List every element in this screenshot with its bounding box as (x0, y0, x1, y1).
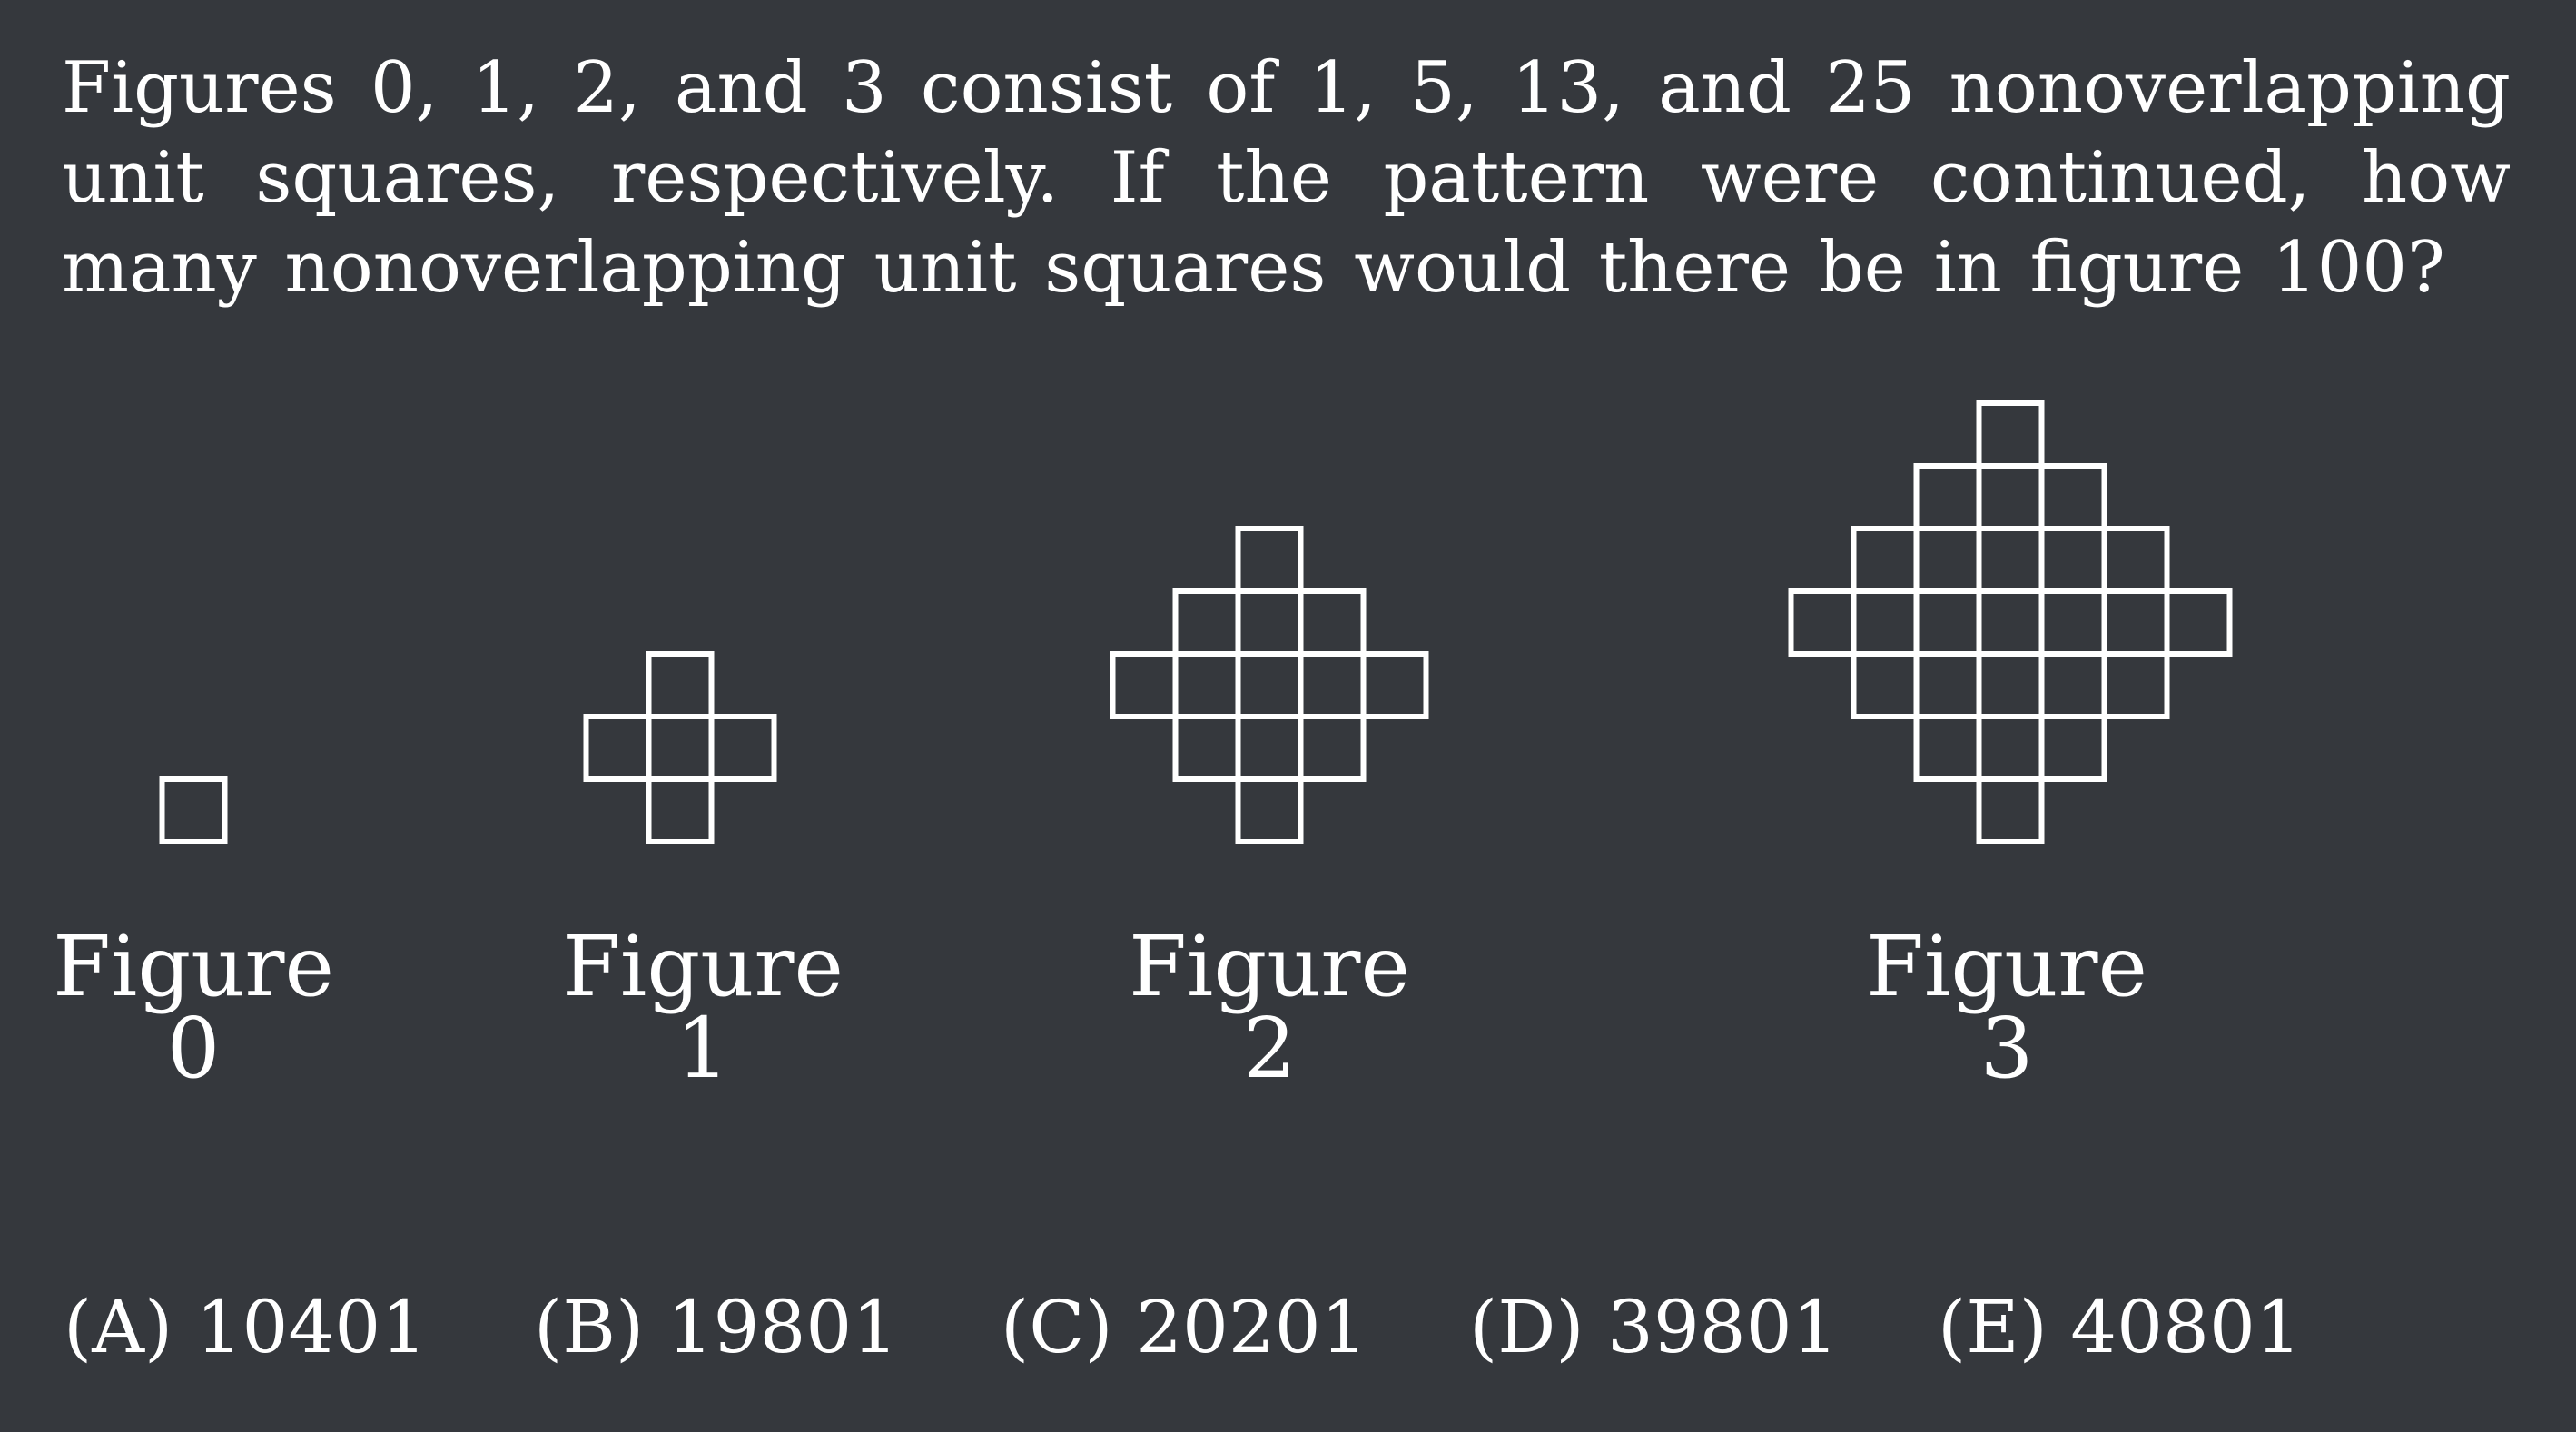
unit-square (1976, 400, 2045, 469)
unit-square (1976, 526, 2045, 594)
unit-square (1235, 588, 1304, 657)
unit-square (1913, 714, 1982, 782)
unit-square (1851, 651, 1920, 719)
unit-square (1235, 714, 1304, 782)
unit-square (1172, 651, 1241, 719)
unit-square (583, 714, 652, 782)
unit-square (1913, 526, 1982, 594)
figure-2-number: 2 (1242, 1000, 1297, 1097)
figure-0-number: 0 (166, 1000, 221, 1097)
unit-square (2038, 526, 2107, 594)
choice-e[interactable]: (E) 40801 (1938, 1282, 2302, 1373)
unit-square (1235, 651, 1304, 719)
unit-square (1851, 588, 1920, 657)
unit-square (2038, 463, 2107, 531)
unit-square (1976, 588, 2045, 657)
unit-square (2038, 714, 2107, 782)
choice-c[interactable]: (C) 20201 (1001, 1282, 1367, 1373)
unit-square (1976, 651, 2045, 719)
figure-3-number: 3 (1979, 1000, 2034, 1097)
unit-square (2038, 588, 2107, 657)
unit-square (646, 714, 715, 782)
unit-square (2101, 526, 2170, 594)
figure-3-word: Figure (1866, 918, 2147, 1015)
unit-square (1788, 588, 1857, 657)
choice-a[interactable]: (A) 10401 (64, 1282, 427, 1373)
unit-square (1172, 714, 1241, 782)
figure-1-number: 1 (676, 1000, 730, 1097)
unit-square (646, 651, 715, 719)
unit-square (1172, 588, 1241, 657)
unit-square (1976, 714, 2045, 782)
unit-square (1976, 463, 2045, 531)
unit-square (1976, 776, 2045, 844)
unit-square (2164, 588, 2233, 657)
unit-square (1913, 463, 1982, 531)
unit-square (1298, 588, 1367, 657)
figure-1-label: Figure 1 (521, 918, 884, 1097)
figure-3-label: Figure 3 (1825, 918, 2188, 1097)
figure-0-squares (159, 776, 228, 844)
unit-square (1360, 651, 1429, 719)
unit-square (2101, 588, 2170, 657)
figure-1-word: Figure (562, 918, 844, 1015)
unit-square (2101, 651, 2170, 719)
unit-square (1298, 651, 1367, 719)
figure-2-label: Figure 2 (1088, 918, 1451, 1097)
unit-square (1298, 714, 1367, 782)
choice-b[interactable]: (B) 19801 (534, 1282, 898, 1373)
figure-0-label: Figure 0 (12, 918, 375, 1097)
unit-square (1851, 526, 1920, 594)
figure-3-squares (1788, 400, 2233, 844)
unit-square (1235, 526, 1304, 594)
unit-square (1110, 651, 1179, 719)
unit-square (646, 776, 715, 844)
figure-1-squares (583, 651, 777, 844)
unit-square (708, 714, 777, 782)
unit-square (1913, 651, 1982, 719)
figure-0-word: Figure (53, 918, 334, 1015)
unit-square (159, 776, 228, 844)
figure-2-squares (1110, 526, 1429, 844)
unit-square (1235, 776, 1304, 844)
figure-2-word: Figure (1129, 918, 1410, 1015)
unit-square (1913, 588, 1982, 657)
answer-choices: (A) 10401 (B) 19801 (C) 20201 (D) 39801 … (0, 1282, 2576, 1373)
unit-square (2038, 651, 2107, 719)
choice-d[interactable]: (D) 39801 (1469, 1282, 1838, 1373)
